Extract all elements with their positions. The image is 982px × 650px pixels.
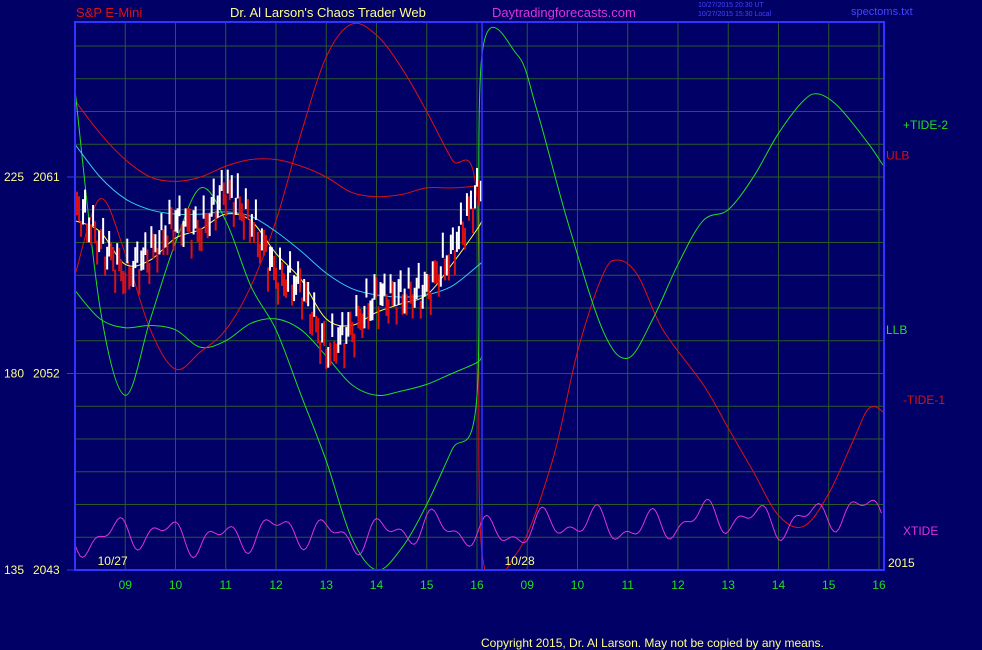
legend-llb: LLB <box>886 323 907 337</box>
x-tick-label: 16 <box>470 578 484 592</box>
x-tick-label: 09 <box>119 578 133 592</box>
symbol-label: S&P E-Mini <box>76 5 142 20</box>
y-tick-label-price: 2043 <box>33 563 60 577</box>
series-ma-slow <box>75 143 483 298</box>
x-tick-label: 11 <box>621 578 634 592</box>
year-label: 2015 <box>888 556 915 570</box>
x-tick-label: 14 <box>772 578 786 592</box>
x-tick-label: 14 <box>370 578 384 592</box>
date-label: 10/28 <box>505 554 535 568</box>
x-tick-label: 16 <box>872 578 886 592</box>
legend-ulb: ULB <box>886 149 909 163</box>
price-bars <box>75 167 483 369</box>
x-tick-label: 10 <box>169 578 183 592</box>
legend-xtide: XTIDE <box>903 524 938 538</box>
y-tick-label-left: 135 <box>4 563 24 577</box>
y-tick-label-left: 180 <box>4 367 24 381</box>
x-tick-label: 15 <box>822 578 836 592</box>
y-tick-label-left: 225 <box>4 170 24 184</box>
legend-tide-2: +TIDE-2 <box>903 118 948 132</box>
legend-tide-1: -TIDE-1 <box>903 393 945 407</box>
x-tick-label: 10 <box>571 578 585 592</box>
x-tick-label: 12 <box>671 578 685 592</box>
y-tick-label-price: 2052 <box>33 367 60 381</box>
x-tick-label: 13 <box>320 578 334 592</box>
x-tick-label: 13 <box>722 578 736 592</box>
series-ulb <box>75 100 483 198</box>
date-label: 10/27 <box>98 554 128 568</box>
x-tick-label: 09 <box>521 578 535 592</box>
file-label: spectoms.txt <box>851 6 913 18</box>
chart-canvas: S&P E-Mini Dr. Al Larson's Chaos Trader … <box>4 2 948 650</box>
series-xtide <box>75 498 882 559</box>
x-tick-label: 12 <box>269 578 283 592</box>
copyright: Copyright 2015, Dr. Al Larson. May not b… <box>481 636 824 650</box>
site-link[interactable]: Daytradingforecasts.com <box>492 5 636 20</box>
x-tick-label: 15 <box>420 578 434 592</box>
chart-title: Dr. Al Larson's Chaos Trader Web <box>230 5 426 20</box>
x-tick-label: 11 <box>220 578 233 592</box>
y-tick-label-price: 2061 <box>33 170 60 184</box>
series-tide-1 <box>75 22 884 570</box>
timestamp-utc: 10/27/2015 20:30 UT <box>698 2 764 9</box>
timestamp-local: 10/27/2015 15:30 Local <box>698 11 772 18</box>
